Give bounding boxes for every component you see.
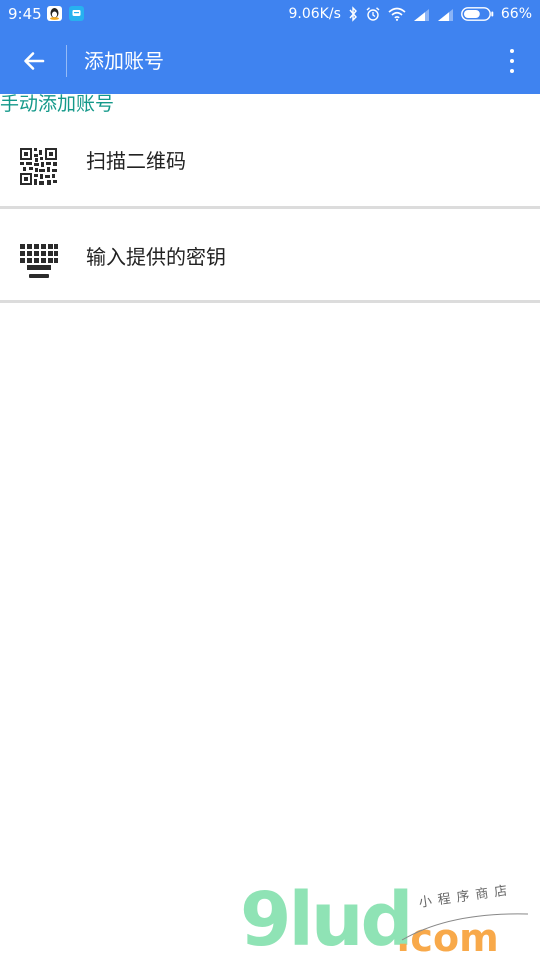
more-vert-icon-dot xyxy=(510,69,514,73)
battery-icon xyxy=(460,7,494,21)
section-header: 手动添加账号 xyxy=(0,93,115,115)
divider xyxy=(0,300,540,303)
divider xyxy=(0,206,540,209)
scan-qr-code-option[interactable]: 扫描二维码 xyxy=(0,114,540,207)
wifi-icon xyxy=(388,7,406,21)
arrow-left-icon xyxy=(24,52,45,70)
app-bar-divider xyxy=(66,45,67,77)
scan-qr-code-label: 扫描二维码 xyxy=(86,149,186,173)
page-title: 添加账号 xyxy=(84,49,164,73)
bluetooth-icon xyxy=(349,6,357,22)
qr-code-icon xyxy=(20,148,57,185)
enter-key-option[interactable]: 输入提供的密钥 xyxy=(0,210,540,303)
more-options-button[interactable] xyxy=(496,41,528,81)
enter-key-label: 输入提供的密钥 xyxy=(86,245,226,269)
qq-icon xyxy=(47,6,62,21)
battery-percent: 66% xyxy=(500,6,532,22)
watermark-logo: 9lud xyxy=(240,877,414,963)
more-vert-icon xyxy=(510,49,514,53)
back-button[interactable] xyxy=(14,41,54,81)
signal-icon xyxy=(437,8,453,21)
status-indicators: 9.06K/s 66% xyxy=(289,4,533,24)
status-bar: 9:45 9.06K/s 66% xyxy=(0,0,540,28)
status-time: 9:45 xyxy=(8,5,42,23)
watermark: 9lud .com 小程序商店 xyxy=(236,880,536,960)
message-icon xyxy=(69,6,84,21)
app-bar: 添加账号 xyxy=(0,28,540,94)
alarm-icon xyxy=(366,7,380,21)
signal-icon xyxy=(413,8,429,21)
more-vert-icon-dot xyxy=(510,59,514,63)
keyboard-icon xyxy=(20,244,58,278)
network-speed: 9.06K/s xyxy=(288,6,341,22)
